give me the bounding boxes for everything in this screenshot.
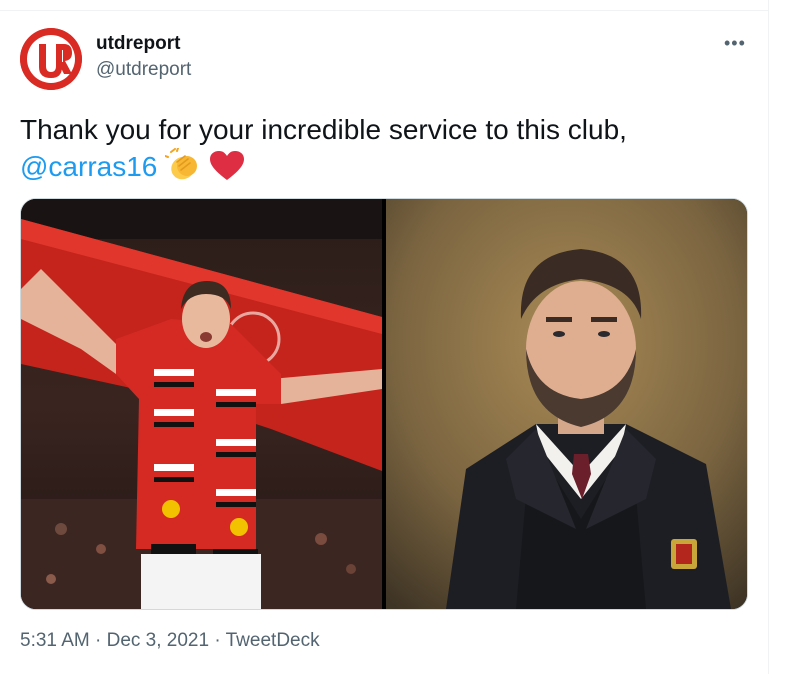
clapping-hands-emoji-icon: [164, 147, 201, 191]
top-divider: [0, 10, 768, 11]
avatar[interactable]: [20, 28, 82, 90]
column-border: [768, 0, 769, 674]
mention-link[interactable]: @carras16: [20, 151, 157, 182]
tweet-time[interactable]: 5:31 AM: [20, 630, 90, 651]
tweet-text: Thank you for your incredible service to…: [20, 112, 740, 191]
tweet-text-body: Thank you for your incredible service to…: [20, 114, 627, 145]
tweet-meta: 5:31 AM · Dec 3, 2021 · TweetDeck: [20, 630, 320, 652]
utdreport-logo-icon: [20, 28, 82, 90]
red-heart-emoji-icon: [209, 150, 245, 191]
user-handle[interactable]: @utdreport: [96, 59, 191, 81]
meta-separator: ·: [95, 630, 102, 651]
photo-manager-portrait[interactable]: [386, 199, 747, 609]
tweet-date[interactable]: Dec 3, 2021: [107, 630, 209, 651]
display-name[interactable]: utdreport: [96, 33, 180, 55]
meta-separator: ·: [214, 630, 221, 651]
media-grid[interactable]: [20, 198, 748, 610]
more-options-button[interactable]: •••: [724, 33, 746, 54]
tweet-source[interactable]: TweetDeck: [226, 630, 320, 651]
photo-player-celebrating[interactable]: [21, 199, 382, 609]
